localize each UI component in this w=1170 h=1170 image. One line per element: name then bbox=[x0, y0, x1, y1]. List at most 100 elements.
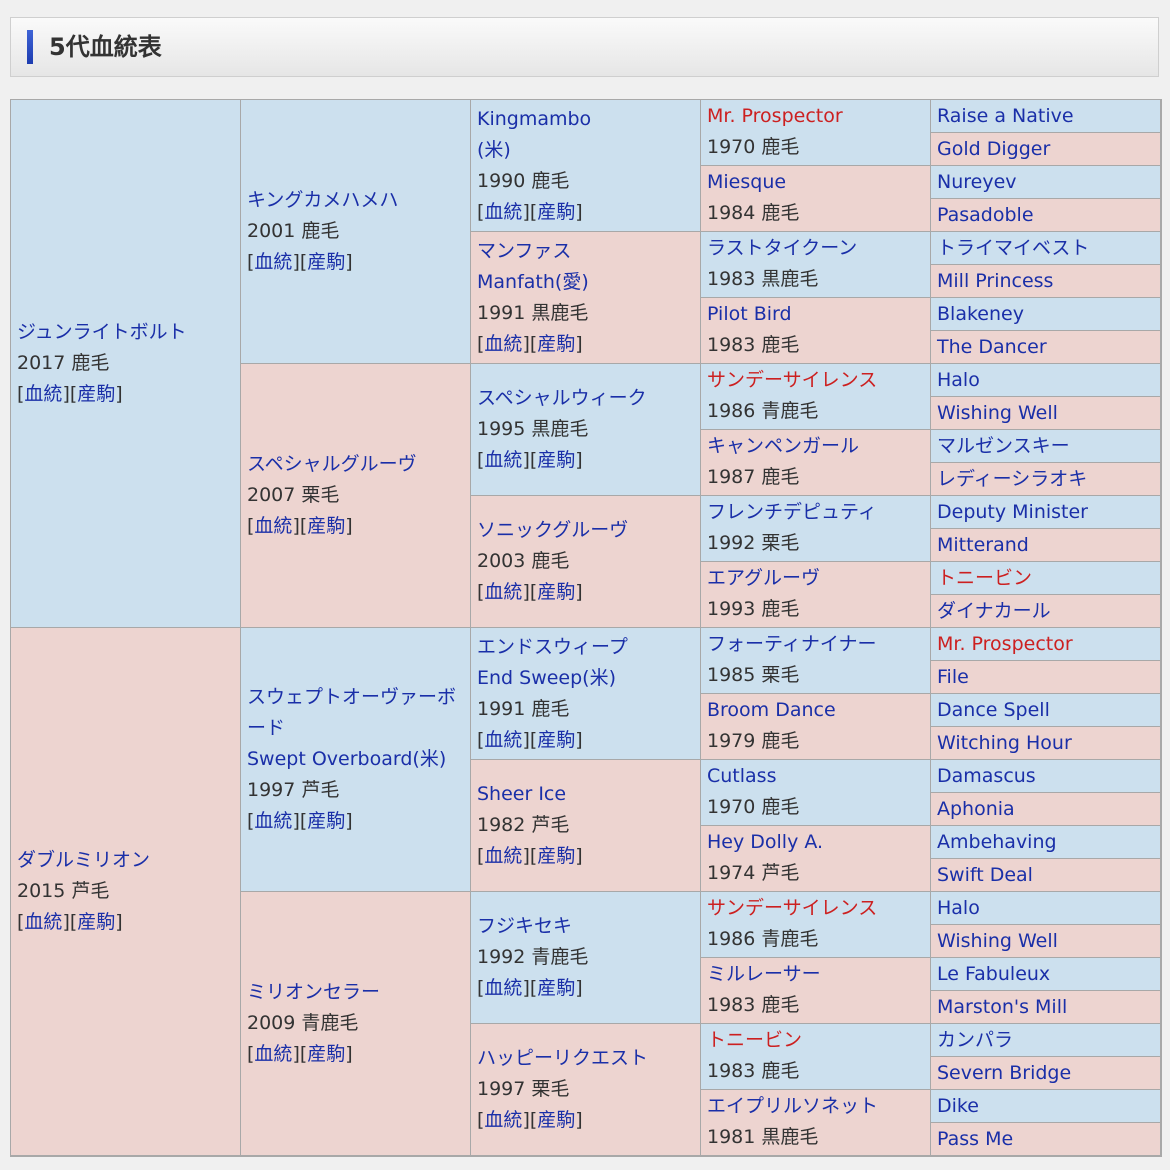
horse-name-link[interactable]: Pilot Bird bbox=[707, 299, 930, 330]
gen1-horse-cell: ジュンライトボルト 2017 鹿毛 [血統][産駒] bbox=[11, 100, 241, 628]
horse-name-link[interactable]: スウェプトオーヴァーボード bbox=[247, 682, 470, 744]
horse-name-en-link[interactable]: End Sweep(米) bbox=[477, 663, 700, 694]
horse-name-link[interactable]: Dance Spell bbox=[937, 695, 1160, 726]
horse-name-link[interactable]: トニービン bbox=[707, 1025, 930, 1056]
horse-name-link[interactable]: Witching Hour bbox=[937, 728, 1160, 759]
horse-name-link[interactable]: Sheer Ice bbox=[477, 779, 700, 810]
horse-name-link[interactable]: Dike bbox=[937, 1091, 1160, 1122]
horse-name-link[interactable]: トニービン bbox=[937, 563, 1160, 594]
horse-name-link[interactable]: エアグルーヴ bbox=[707, 563, 930, 594]
coat-color: 鹿毛 bbox=[761, 730, 800, 752]
pedigree-link[interactable]: 血統 bbox=[254, 515, 292, 537]
horse-name-link[interactable]: Blakeney bbox=[937, 299, 1160, 330]
horse-name-link[interactable]: フォーティナイナー bbox=[707, 629, 930, 660]
horse-name-link[interactable]: フレンチデピュティ bbox=[707, 497, 930, 528]
pedigree-link[interactable]: 血統 bbox=[484, 845, 522, 867]
horse-name-link[interactable]: Pass Me bbox=[937, 1124, 1160, 1155]
horse-name-link[interactable]: マンファス bbox=[477, 236, 700, 267]
pedigree-link[interactable]: 血統 bbox=[24, 383, 62, 405]
horse-name-link[interactable]: スペシャルグルーヴ bbox=[247, 449, 470, 480]
horse-name-link[interactable]: Halo bbox=[937, 893, 1160, 924]
horse-name-link[interactable]: Deputy Minister bbox=[937, 497, 1160, 528]
offspring-link[interactable]: 産駒 bbox=[537, 581, 575, 603]
horse-name-link[interactable]: Severn Bridge bbox=[937, 1058, 1160, 1089]
pedigree-link[interactable]: 血統 bbox=[484, 581, 522, 603]
horse-name-link[interactable]: File bbox=[937, 662, 1160, 693]
horse-name-link[interactable]: エンドスウィープ bbox=[477, 632, 700, 663]
horse-name-link[interactable]: ソニックグルーヴ bbox=[477, 515, 700, 546]
offspring-link[interactable]: 産駒 bbox=[307, 1043, 345, 1065]
offspring-link[interactable]: 産駒 bbox=[77, 383, 115, 405]
pedigree-link[interactable]: 血統 bbox=[484, 1109, 522, 1131]
horse-name-en-link[interactable]: Manfath(愛) bbox=[477, 267, 700, 298]
gen4-horse-cell: Broom Dance 1979 鹿毛 bbox=[701, 694, 931, 760]
horse-name-link[interactable]: エイプリルソネット bbox=[707, 1091, 930, 1122]
horse-name-link[interactable]: Halo bbox=[937, 365, 1160, 396]
horse-name-link[interactable]: サンデーサイレンス bbox=[707, 365, 930, 396]
pedigree-link[interactable]: 血統 bbox=[484, 977, 522, 999]
offspring-link[interactable]: 産駒 bbox=[307, 810, 345, 832]
horse-name-link[interactable]: ダイナカール bbox=[937, 596, 1160, 627]
horse-name-link[interactable]: Cutlass bbox=[707, 761, 930, 792]
offspring-link[interactable]: 産駒 bbox=[537, 449, 575, 471]
horse-name-link[interactable]: Mr. Prospector bbox=[937, 629, 1160, 660]
horse-name-link[interactable]: レディーシラオキ bbox=[937, 464, 1160, 495]
horse-name-link[interactable]: Kingmambo bbox=[477, 104, 700, 135]
coat-color: 黒鹿毛 bbox=[761, 1126, 819, 1148]
horse-name-link[interactable]: Pasadoble bbox=[937, 200, 1160, 231]
horse-name-link[interactable]: ハッピーリクエスト bbox=[477, 1043, 700, 1074]
offspring-link[interactable]: 産駒 bbox=[307, 515, 345, 537]
horse-name-link[interactable]: Mill Princess bbox=[937, 266, 1160, 297]
horse-name-link[interactable]: ミリオンセラー bbox=[247, 977, 470, 1008]
horse-name-link[interactable]: Le Fabuleux bbox=[937, 959, 1160, 990]
pedigree-link[interactable]: 血統 bbox=[24, 911, 62, 933]
horse-name-link[interactable]: Damascus bbox=[937, 761, 1160, 792]
horse-name-link[interactable]: キングカメハメハ bbox=[247, 185, 470, 216]
horse-name-link[interactable]: ダブルミリオン bbox=[17, 845, 240, 876]
horse-name-link[interactable]: Gold Digger bbox=[937, 134, 1160, 165]
horse-name-link[interactable]: サンデーサイレンス bbox=[707, 893, 930, 924]
horse-name-link[interactable]: キャンペンガール bbox=[707, 431, 930, 462]
horse-name-link[interactable]: フジキセキ bbox=[477, 911, 700, 942]
pedigree-link[interactable]: 血統 bbox=[254, 251, 292, 273]
horse-name-link[interactable]: Nureyev bbox=[937, 167, 1160, 198]
pedigree-link[interactable]: 血統 bbox=[254, 1043, 292, 1065]
offspring-link[interactable]: 産駒 bbox=[307, 251, 345, 273]
gen3-horse-cell: スペシャルウィーク 1995 黒鹿毛 [血統][産駒] bbox=[471, 364, 701, 496]
horse-name-link[interactable]: Hey Dolly A. bbox=[707, 827, 930, 858]
horse-name-link[interactable]: Miesque bbox=[707, 167, 930, 198]
pedigree-link[interactable]: 血統 bbox=[254, 810, 292, 832]
horse-name-en-link[interactable]: (米) bbox=[477, 135, 700, 166]
offspring-link[interactable]: 産駒 bbox=[537, 729, 575, 751]
horse-name-link[interactable]: Wishing Well bbox=[937, 398, 1160, 429]
horse-name-link[interactable]: トライマイベスト bbox=[937, 233, 1160, 264]
horse-name-link[interactable]: Mr. Prospector bbox=[707, 101, 930, 132]
pedigree-link[interactable]: 血統 bbox=[484, 333, 522, 355]
offspring-link[interactable]: 産駒 bbox=[537, 1109, 575, 1131]
horse-name-link[interactable]: Broom Dance bbox=[707, 695, 930, 726]
horse-name-en-link[interactable]: Swept Overboard(米) bbox=[247, 744, 470, 775]
horse-name-link[interactable]: Raise a Native bbox=[937, 101, 1160, 132]
horse-name-link[interactable]: カンパラ bbox=[937, 1025, 1160, 1056]
horse-name-link[interactable]: マルゼンスキー bbox=[937, 431, 1160, 462]
offspring-link[interactable]: 産駒 bbox=[537, 845, 575, 867]
horse-name-link[interactable]: The Dancer bbox=[937, 332, 1160, 363]
offspring-link[interactable]: 産駒 bbox=[537, 333, 575, 355]
horse-name-link[interactable]: Ambehaving bbox=[937, 827, 1160, 858]
horse-name-link[interactable]: ミルレーサー bbox=[707, 959, 930, 990]
bracket: ] bbox=[522, 332, 530, 355]
horse-name-link[interactable]: Wishing Well bbox=[937, 926, 1160, 957]
horse-name-link[interactable]: Mitterand bbox=[937, 530, 1160, 561]
horse-name-link[interactable]: ジュンライトボルト bbox=[17, 317, 240, 348]
pedigree-link[interactable]: 血統 bbox=[484, 729, 522, 751]
pedigree-link[interactable]: 血統 bbox=[484, 201, 522, 223]
offspring-link[interactable]: 産駒 bbox=[537, 201, 575, 223]
horse-name-link[interactable]: ラストタイクーン bbox=[707, 233, 930, 264]
horse-name-link[interactable]: Aphonia bbox=[937, 794, 1160, 825]
horse-name-link[interactable]: Marston's Mill bbox=[937, 992, 1160, 1023]
offspring-link[interactable]: 産駒 bbox=[537, 977, 575, 999]
horse-name-link[interactable]: Swift Deal bbox=[937, 860, 1160, 891]
horse-name-link[interactable]: スペシャルウィーク bbox=[477, 383, 700, 414]
pedigree-link[interactable]: 血統 bbox=[484, 449, 522, 471]
offspring-link[interactable]: 産駒 bbox=[77, 911, 115, 933]
